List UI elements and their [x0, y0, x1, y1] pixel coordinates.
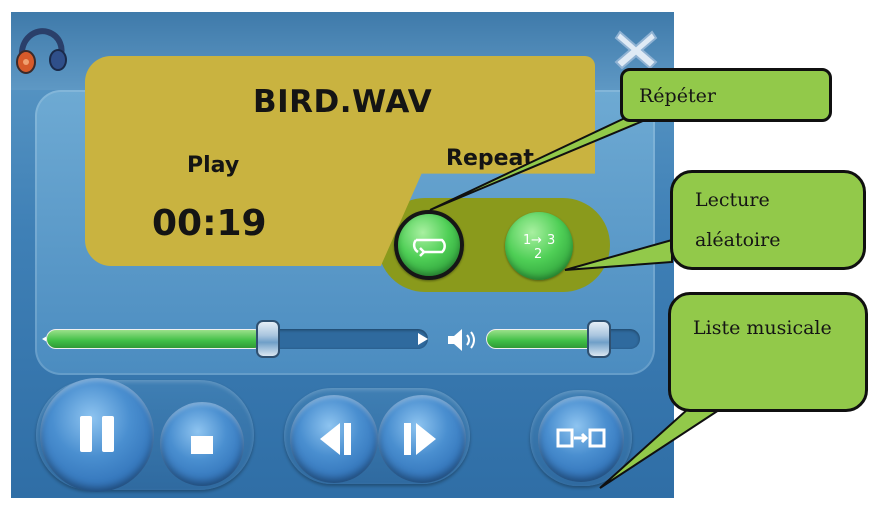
callout-playlist: Liste musicale: [668, 292, 868, 412]
shuffle-123-icon: 1 → 3 2: [523, 233, 555, 262]
pause-button[interactable]: [40, 378, 154, 492]
skip-next-icon: [404, 423, 436, 455]
callout-repeat-text: Répéter: [639, 85, 716, 107]
volume-level-fill: [486, 329, 597, 349]
volume-slider[interactable]: [486, 329, 640, 349]
repeat-loop-icon: [412, 238, 446, 257]
shuffle-arrow: →: [531, 233, 542, 248]
play-mode-label: Play: [187, 153, 240, 178]
callout-playlist-text: Liste musicale: [693, 317, 832, 339]
skip-previous-icon: [320, 423, 351, 455]
headphones-icon: [16, 28, 67, 74]
shuffle-digit-3: 3: [547, 233, 555, 248]
seek-progress-fill: [46, 329, 264, 349]
seek-track-right-cap: [418, 333, 428, 345]
previous-button[interactable]: [290, 395, 378, 483]
stop-button[interactable]: [160, 402, 244, 486]
callout-shuffle-line2: aléatoire: [695, 229, 781, 251]
speaker-volume-icon: [448, 329, 475, 351]
callout-shuffle: Lecture aléatoire: [670, 170, 866, 270]
callout-shuffle-line1: Lecture: [695, 189, 770, 211]
repeat-button[interactable]: [394, 210, 464, 280]
seek-slider[interactable]: [46, 329, 428, 349]
repeat-mode-label: Repeat: [446, 146, 534, 171]
pause-icon: [80, 416, 114, 452]
playlist-button[interactable]: [538, 396, 624, 482]
shuffle-digit-2: 2: [534, 247, 542, 262]
volume-thumb[interactable]: [587, 320, 611, 358]
next-button[interactable]: [378, 395, 466, 483]
close-x-icon[interactable]: [612, 26, 660, 74]
callout-repeat: Répéter: [620, 68, 832, 122]
shuffle-button[interactable]: 1 → 3 2: [505, 212, 573, 280]
playlist-icon: [556, 428, 606, 448]
stop-icon: [191, 436, 213, 454]
elapsed-time: 00:19: [152, 203, 267, 244]
seek-thumb[interactable]: [256, 320, 280, 358]
track-title: BIRD.WAV: [253, 84, 433, 120]
